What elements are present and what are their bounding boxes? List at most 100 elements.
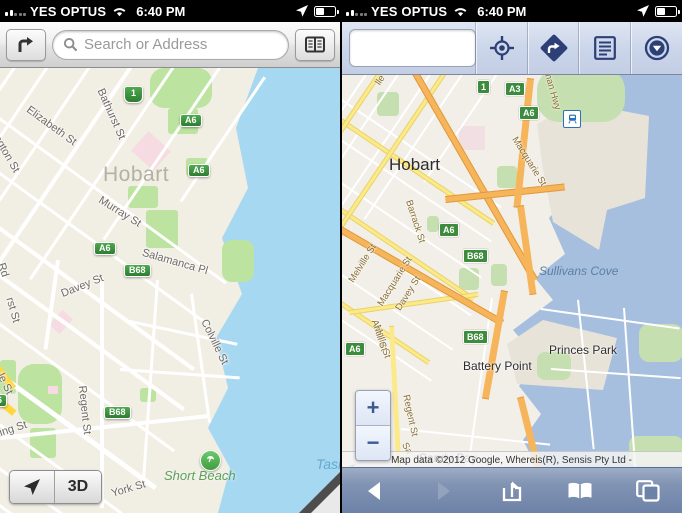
- status-right-group: [636, 4, 680, 18]
- park-tree-icon: [207, 456, 214, 462]
- bookmarks-book-icon: [305, 36, 325, 53]
- location-arrow-icon: [24, 479, 40, 495]
- water-label: Sullivans Cove: [539, 264, 618, 278]
- route-shield: A6: [519, 106, 539, 120]
- map-mode-controls: 3D: [9, 470, 102, 504]
- route-shield: A6: [180, 114, 202, 128]
- train-station-icon: [567, 114, 577, 124]
- park-area: [639, 324, 682, 362]
- signal-bars-icon: [5, 6, 26, 16]
- right-panel-google-maps: YES OPTUS 6:40 PM Hobart Battery Point P…: [341, 0, 682, 513]
- park-area: [491, 264, 507, 286]
- status-bar-left: YES OPTUS 6:40 PM: [0, 0, 341, 22]
- zoom-out-button[interactable]: −: [356, 425, 390, 460]
- list-button[interactable]: [579, 22, 631, 74]
- place-label: Princes Park: [549, 343, 618, 357]
- forward-button[interactable]: [409, 480, 477, 502]
- share-arrow-icon: [502, 480, 521, 501]
- directions-button[interactable]: [6, 28, 46, 61]
- directions-diamond-icon: [540, 34, 568, 62]
- wifi-icon: [112, 5, 127, 17]
- beach-label: Short Beach: [164, 468, 236, 483]
- bookmarks-button[interactable]: [546, 481, 614, 501]
- list-lines-icon: [594, 36, 617, 60]
- left-panel-apple-maps: YES OPTUS 6:40 PM Search or Address Hoba…: [0, 0, 341, 513]
- location-arrow-icon: [637, 5, 649, 17]
- maps-top-toolbar: Search or Address: [0, 22, 341, 68]
- signal-bars-icon: [346, 6, 367, 16]
- zoom-controls: + −: [355, 390, 391, 461]
- directions-arrow-icon: [18, 36, 33, 52]
- battery-icon: [655, 5, 680, 17]
- park-area: [497, 166, 517, 188]
- page-curl-highlight: [311, 483, 341, 513]
- search-field[interactable]: [349, 29, 476, 67]
- sea-label: Tasman Sea: [316, 456, 341, 472]
- back-triangle-icon: [368, 481, 381, 500]
- forward-triangle-icon: [438, 481, 451, 500]
- more-button[interactable]: [630, 22, 682, 74]
- tabs-button[interactable]: [614, 479, 682, 502]
- locate-button[interactable]: [476, 22, 528, 74]
- route-shield: A3: [505, 82, 525, 96]
- route-shield: 1: [477, 80, 491, 94]
- directions-button[interactable]: [527, 22, 580, 74]
- route-shield: A6: [188, 164, 210, 178]
- place-label: Battery Point: [463, 359, 532, 373]
- three-d-button[interactable]: 3D: [54, 471, 101, 503]
- search-input[interactable]: Search or Address: [52, 29, 289, 60]
- water-label-text: Sullivans Cove: [539, 264, 619, 278]
- search-icon: [63, 37, 78, 52]
- panel-divider: [340, 0, 342, 513]
- route-shield: 1: [124, 86, 144, 104]
- street-label: Regent St: [400, 393, 420, 438]
- chevron-down-circle-icon: [644, 35, 669, 61]
- safari-bottom-toolbar: [341, 467, 682, 513]
- zoom-in-button[interactable]: +: [356, 391, 390, 425]
- wifi-icon: [453, 5, 468, 17]
- building-block: [459, 126, 485, 150]
- city-label: Hobart: [389, 155, 441, 174]
- carrier-label: YES OPTUS: [30, 3, 107, 19]
- route-shield: A6: [439, 223, 459, 237]
- google-map-canvas[interactable]: Hobart Battery Point Sandy Bay Princes P…: [341, 68, 682, 513]
- route-shield: A6: [94, 242, 116, 256]
- share-button[interactable]: [477, 480, 545, 502]
- locate-crosshair-icon: [490, 36, 515, 60]
- bookmarks-book-icon: [568, 482, 592, 499]
- clock-label: 6:40 PM: [136, 3, 186, 19]
- back-button[interactable]: [341, 480, 409, 502]
- route-shield: B68: [463, 249, 488, 263]
- clock-label: 6:40 PM: [477, 3, 527, 19]
- park-area: [459, 268, 479, 290]
- building-block: [48, 386, 58, 394]
- route-shield: B68: [124, 264, 151, 278]
- park-area: [222, 240, 254, 282]
- route-shield: B68: [104, 406, 131, 420]
- city-label: Hobart: [103, 163, 170, 186]
- battery-icon: [314, 5, 339, 17]
- carrier-label: YES OPTUS: [371, 3, 448, 19]
- street-label: Barrack St: [403, 198, 428, 245]
- road: [190, 293, 212, 423]
- search-placeholder-label: Search or Address: [84, 36, 208, 53]
- locate-me-button[interactable]: [10, 471, 54, 503]
- route-shield: 6: [0, 394, 8, 408]
- status-bar-right: YES OPTUS 6:40 PM: [341, 0, 682, 22]
- street-label: Melville St: [346, 242, 379, 285]
- street-label: ngton St: [0, 133, 22, 175]
- street-label: Rd: [0, 261, 11, 279]
- status-right-group: [295, 4, 339, 18]
- street-label: Salamanca Pl: [140, 246, 210, 278]
- bookmarks-button[interactable]: [295, 28, 335, 61]
- transit-station-marker[interactable]: [563, 110, 581, 128]
- park-area: [427, 216, 439, 232]
- park-area: [377, 92, 399, 116]
- route-shield: A6: [345, 342, 365, 356]
- road: [43, 260, 60, 350]
- tabs-pages-icon: [636, 479, 660, 502]
- apple-map-canvas[interactable]: Hobart Elizabeth St Bathurst St ngton St…: [0, 68, 341, 513]
- location-arrow-icon: [296, 5, 308, 17]
- route-shield: B68: [463, 330, 488, 344]
- street-label: York St: [110, 478, 148, 500]
